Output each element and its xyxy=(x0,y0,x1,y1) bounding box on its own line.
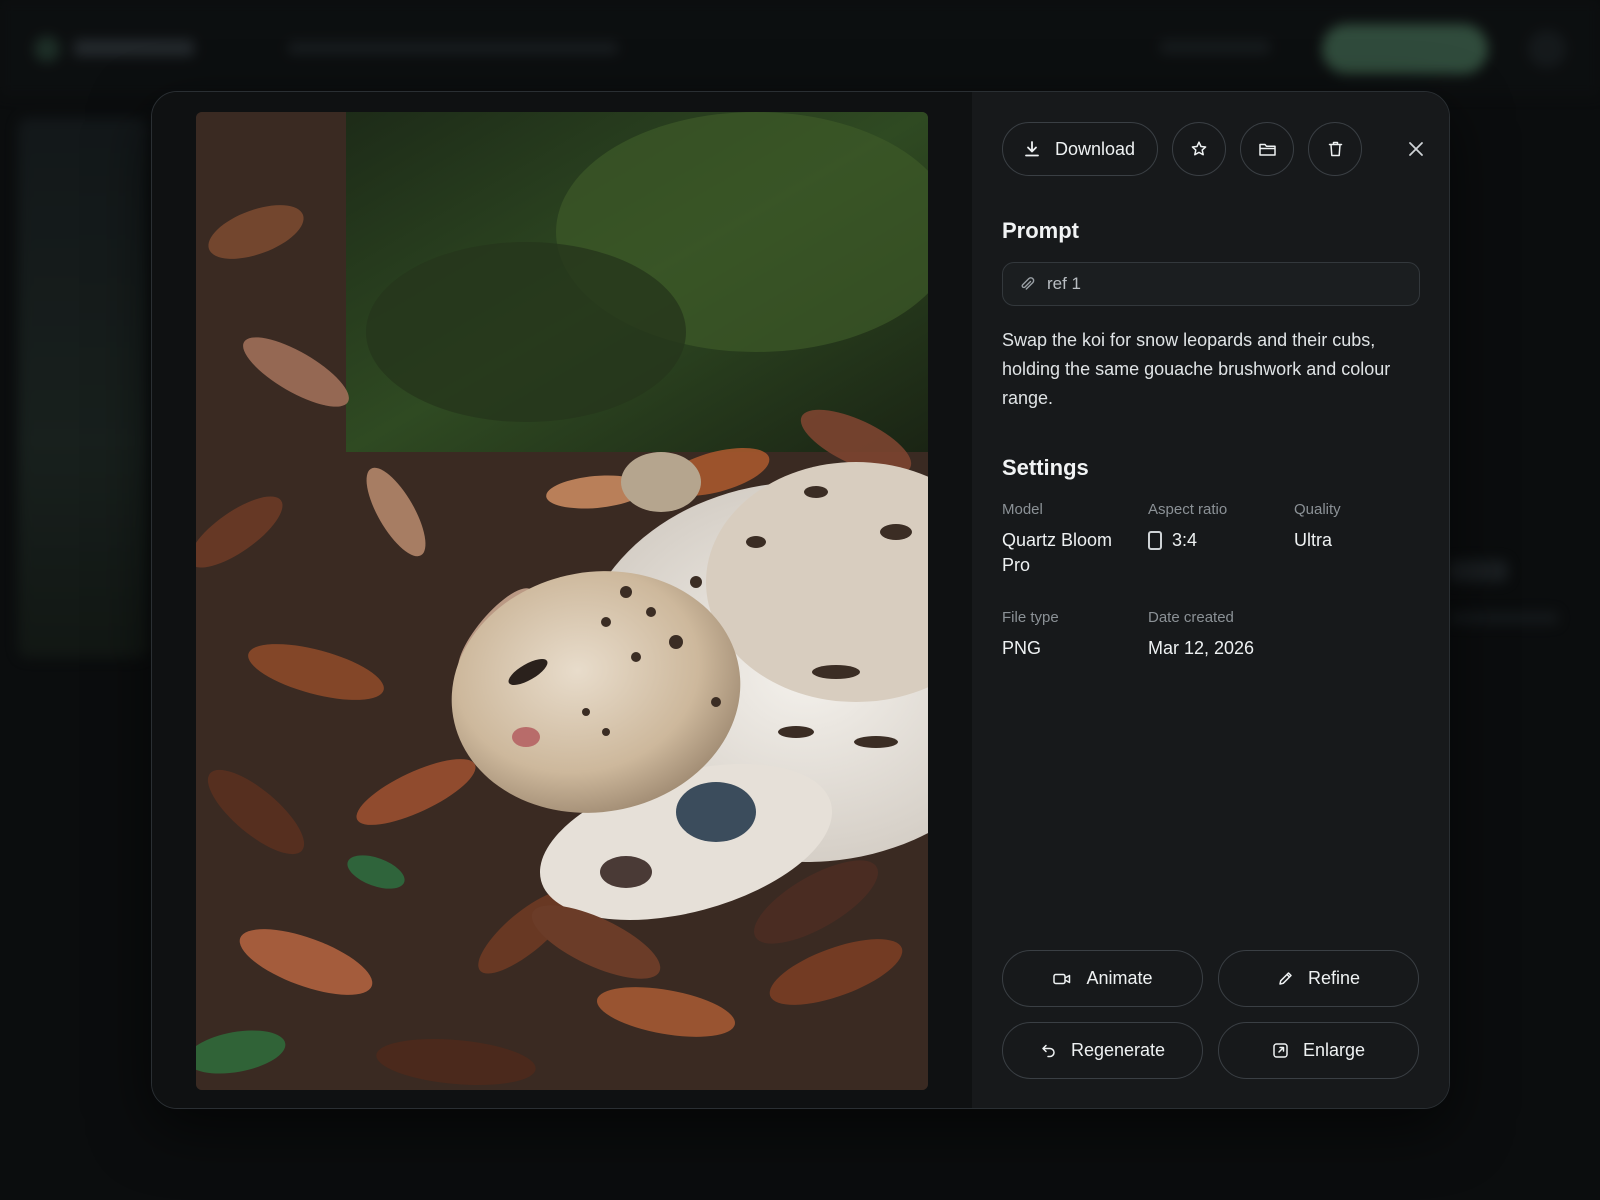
undo-arrow-icon xyxy=(1042,1044,1055,1058)
background-logo xyxy=(34,36,60,62)
download-button[interactable]: Download xyxy=(1002,122,1159,176)
quality-label: Quality xyxy=(1294,501,1341,518)
pencil-icon xyxy=(1279,972,1292,985)
background-text xyxy=(1448,612,1558,624)
model-value: Quartz Bloom Pro xyxy=(1002,530,1113,575)
animate-label: Animate xyxy=(1086,968,1153,988)
animate-button[interactable]: Animate xyxy=(1002,950,1203,1007)
regenerate-label: Regenerate xyxy=(1070,1040,1166,1060)
close-button[interactable] xyxy=(1396,129,1436,169)
details-panel: Download Prompt ref 1 Swap the koi for s… xyxy=(972,92,1449,1108)
folder-icon xyxy=(1258,143,1276,156)
video-camera-icon xyxy=(1053,973,1071,984)
settings-heading: Settings xyxy=(1002,455,1089,480)
refine-label: Refine xyxy=(1307,968,1361,988)
file-type-value: PNG xyxy=(1002,638,1042,658)
enlarge-button[interactable]: Enlarge xyxy=(1218,1022,1419,1079)
quality-value: Ultra xyxy=(1294,530,1333,550)
delete-button[interactable] xyxy=(1308,122,1363,176)
refine-button[interactable]: Refine xyxy=(1218,950,1419,1007)
date-created-value: Mar 12, 2026 xyxy=(1148,638,1255,658)
prompt-heading: Prompt xyxy=(1002,218,1079,243)
enlarge-icon xyxy=(1273,1043,1288,1058)
background-breadcrumb xyxy=(288,42,618,54)
star-icon xyxy=(1191,141,1207,156)
prompt-text: Swap the koi for snow leopards and their… xyxy=(1002,330,1391,408)
aspect-ratio-icon xyxy=(1148,531,1162,550)
image-pane xyxy=(152,92,972,1108)
trash-icon xyxy=(1328,141,1342,157)
detail-toolbar: Download xyxy=(1002,122,1436,176)
enlarge-label: Enlarge xyxy=(1302,1040,1366,1060)
file-type-label: File type xyxy=(1002,609,1059,626)
model-label: Model xyxy=(1002,501,1043,518)
reference-label: ref 1 xyxy=(1047,274,1082,293)
aspect-ratio-text: 3:4 xyxy=(1172,530,1198,550)
generated-image[interactable] xyxy=(196,112,928,1090)
favorite-button[interactable] xyxy=(1172,122,1227,176)
aspect-ratio-value: 3:4 xyxy=(1148,528,1197,553)
generated-image-illustration xyxy=(196,112,928,1090)
move-to-folder-button[interactable] xyxy=(1240,122,1295,176)
background-brand xyxy=(74,40,194,56)
aspect-ratio-label: Aspect ratio xyxy=(1148,501,1228,518)
background-sidebar xyxy=(18,118,148,658)
close-icon xyxy=(1409,142,1423,156)
paperclip-icon xyxy=(1021,277,1035,290)
download-label: Download xyxy=(1055,138,1136,159)
date-created-label: Date created xyxy=(1148,609,1234,626)
regenerate-button[interactable]: Regenerate xyxy=(1002,1022,1203,1079)
image-detail-modal: Download Prompt ref 1 Swap the koi for s… xyxy=(151,91,1450,1109)
background-chip xyxy=(1448,560,1508,582)
download-icon xyxy=(1025,141,1039,157)
background-avatar xyxy=(1528,30,1566,68)
reference-chip[interactable]: ref 1 xyxy=(1002,262,1420,306)
background-cta-button xyxy=(1322,24,1488,74)
background-selector xyxy=(1160,40,1270,54)
